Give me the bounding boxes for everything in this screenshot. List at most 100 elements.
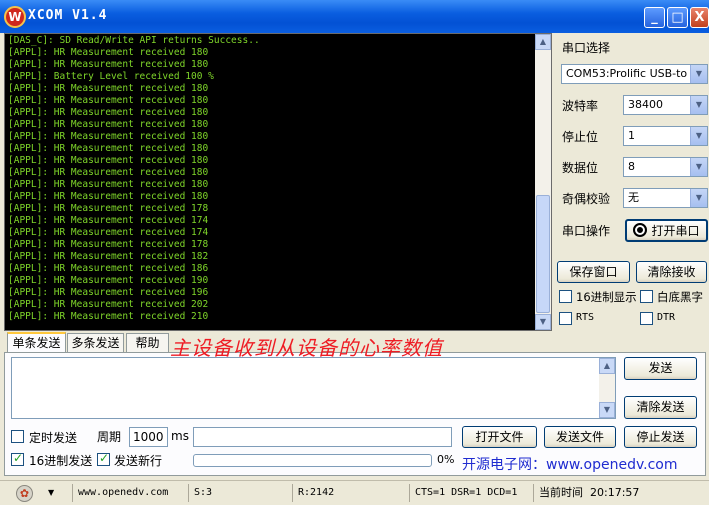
log-line: [APPL]: HR Measurement received 180 [8, 155, 209, 166]
scroll-up-icon[interactable]: ▲ [535, 34, 551, 50]
log-line: [APPL]: HR Measurement received 210 [8, 311, 209, 322]
file-path-input[interactable] [193, 427, 452, 447]
open-port-button[interactable]: 打开串口 [625, 219, 708, 242]
stopbits-select[interactable]: 1 ▼ [623, 126, 708, 146]
status-lines: CTS=1 DSR=1 DCD=1 [409, 484, 533, 502]
databits-select-value: 8 [628, 160, 635, 173]
dtr-label: DTR [657, 312, 676, 323]
log-scroll-thumb[interactable] [536, 195, 550, 313]
stopbits-select-value: 1 [628, 129, 635, 142]
log-line: [APPL]: HR Measurement received 190 [8, 275, 209, 286]
log-line: [APPL]: HR Measurement received 174 [8, 227, 209, 238]
log-line: [APPL]: Battery Level received 100 % [8, 71, 214, 82]
hex-display-label: 16进制显示 [576, 290, 637, 304]
rts-label: RTS [576, 312, 595, 323]
close-button[interactable]: X [690, 7, 709, 28]
rts-checkbox[interactable] [559, 312, 572, 325]
log-line: [APPL]: HR Measurement received 180 [8, 95, 209, 106]
log-line: [APPL]: HR Measurement received 180 [8, 119, 209, 130]
log-line: [APPL]: HR Measurement received 180 [8, 47, 209, 58]
tab-single-send[interactable]: 单条发送 [7, 332, 66, 352]
parity-label: 奇偶校验 [562, 192, 611, 206]
log-line: [APPL]: HR Measurement received 180 [8, 107, 209, 118]
port-label: 串口选择 [562, 41, 611, 55]
log-line: [APPL]: HR Measurement received 202 [8, 299, 209, 310]
log-line: [APPL]: HR Measurement received 180 [8, 59, 209, 70]
log-line: [APPL]: HR Measurement received 174 [8, 215, 209, 226]
hex-send-label: 16进制发送 [29, 454, 93, 468]
status-website[interactable]: www.openedv.com [72, 484, 188, 502]
send-newline-checkbox[interactable] [97, 451, 110, 466]
databits-label: 数据位 [562, 161, 599, 175]
save-window-button[interactable]: 保存窗口 [557, 261, 630, 283]
open-file-button[interactable]: 打开文件 [462, 426, 537, 448]
period-unit: ms [171, 429, 189, 443]
hex-display-checkbox[interactable] [559, 290, 572, 303]
receive-log-text[interactable]: [DAS_C]: SD Read/Write API returns Succe… [8, 35, 532, 329]
white-bg-label: 白底黑字 [657, 290, 703, 304]
baud-label: 波特率 [562, 99, 599, 113]
baud-select[interactable]: 38400 ▼ [623, 95, 708, 115]
log-line: [APPL]: HR Measurement received 178 [8, 239, 209, 250]
chevron-down-icon[interactable]: ▼ [690, 158, 707, 176]
stop-send-button[interactable]: 停止发送 [624, 426, 697, 448]
status-sent-count: S:3 [188, 484, 292, 502]
tab-multi-send[interactable]: 多条发送 [67, 333, 124, 352]
send-newline-label: 发送新行 [114, 454, 163, 468]
app-logo-icon: W [4, 6, 26, 28]
send-button[interactable]: 发送 [624, 357, 697, 380]
clear-receive-button[interactable]: 清除接收 [636, 261, 707, 283]
log-line: [APPL]: HR Measurement received 180 [8, 167, 209, 178]
log-line: [APPL]: HR Measurement received 180 [8, 131, 209, 142]
tab-help[interactable]: 帮助 [126, 333, 169, 352]
stopbits-label: 停止位 [562, 130, 599, 144]
log-line: [APPL]: HR Measurement received 180 [8, 83, 209, 94]
send-progress-bar [193, 454, 432, 467]
port-select-value: COM53:Prolific USB-to [566, 67, 688, 80]
scroll-down-icon[interactable]: ▼ [535, 314, 551, 330]
open-port-label: 打开串口 [651, 224, 700, 238]
maximize-button[interactable]: □ [667, 7, 688, 28]
send-textarea[interactable] [11, 357, 616, 419]
scroll-down-icon[interactable]: ▼ [599, 402, 615, 418]
gear-icon[interactable]: ✿ [16, 485, 33, 502]
log-line: [APPL]: HR Measurement received 178 [8, 203, 209, 214]
clear-send-button[interactable]: 清除发送 [624, 396, 697, 419]
chevron-down-icon[interactable]: ▼ [690, 65, 707, 83]
status-time-value: 20:17:57 [590, 486, 640, 499]
log-line: [APPL]: HR Measurement received 180 [8, 191, 209, 202]
timed-send-label: 定时发送 [29, 431, 78, 445]
minimize-button[interactable]: _ [644, 7, 665, 28]
operation-label: 串口操作 [562, 224, 611, 238]
window-title: XCOM V1.4 [28, 8, 108, 23]
status-received-count: R:2142 [292, 484, 409, 502]
parity-select-value: 无 [628, 191, 639, 204]
period-input[interactable]: 1000 [129, 427, 168, 447]
send-file-button[interactable]: 发送文件 [544, 426, 616, 448]
hex-send-checkbox[interactable] [11, 451, 24, 466]
databits-select[interactable]: 8 ▼ [623, 157, 708, 177]
chevron-down-icon[interactable]: ▼ [48, 484, 54, 502]
port-status-icon [633, 223, 648, 237]
baud-select-value: 38400 [628, 98, 663, 111]
status-time-label: 当前时间 [539, 486, 583, 499]
period-label: 周期 [97, 430, 122, 444]
port-select[interactable]: COM53:Prolific USB-to ▼ [561, 64, 708, 84]
white-bg-checkbox[interactable] [640, 290, 653, 303]
log-line: [APPL]: HR Measurement received 180 [8, 143, 209, 154]
log-line: [APPL]: HR Measurement received 182 [8, 251, 209, 262]
log-line: [APPL]: HR Measurement received 180 [8, 179, 209, 190]
timed-send-checkbox[interactable] [11, 430, 24, 443]
parity-select[interactable]: 无 ▼ [623, 188, 708, 208]
log-line: [DAS_C]: SD Read/Write API returns Succe… [8, 35, 260, 46]
chevron-down-icon[interactable]: ▼ [690, 189, 707, 207]
log-line: [APPL]: HR Measurement received 186 [8, 263, 209, 274]
dtr-checkbox[interactable] [640, 312, 653, 325]
log-line: [APPL]: HR Measurement received 196 [8, 287, 209, 298]
status-time: 当前时间 20:17:57 [533, 484, 709, 502]
progress-percent: 0% [437, 453, 455, 466]
chevron-down-icon[interactable]: ▼ [690, 127, 707, 145]
promo-text[interactable]: 开源电子网：www.openedv.com [462, 454, 678, 474]
chevron-down-icon[interactable]: ▼ [690, 96, 707, 114]
scroll-up-icon[interactable]: ▲ [599, 358, 615, 374]
